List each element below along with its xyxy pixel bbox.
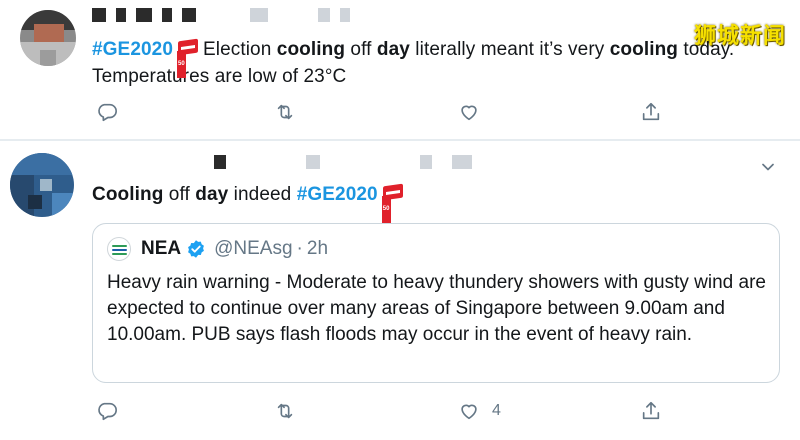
reply-button[interactable] <box>96 100 130 124</box>
tweet-actions <box>92 100 692 124</box>
like-button[interactable] <box>458 100 492 124</box>
tweet-text: Cooling off day indeed #GE2020 50 <box>92 181 752 223</box>
text-span-bold: day <box>195 184 229 205</box>
heart-icon <box>461 105 477 121</box>
share-icon <box>642 401 660 420</box>
like-count: 4 <box>492 402 501 419</box>
text-span-bold: Cooling <box>92 184 164 205</box>
separator-dot: · <box>296 238 303 259</box>
retweet-button[interactable] <box>274 100 308 124</box>
like-button[interactable]: 4 <box>458 399 501 423</box>
retweet-icon <box>277 403 293 419</box>
hashtag-link[interactable]: #GE2020 <box>297 184 378 205</box>
share-button[interactable] <box>640 100 674 124</box>
more-options-button[interactable] <box>758 157 778 177</box>
retweet-button[interactable] <box>274 399 308 423</box>
text-span: off <box>345 39 377 60</box>
sg50-flag-emoji: 50 <box>380 183 406 223</box>
author-name-blurred <box>214 155 482 169</box>
text-span: indeed <box>228 184 297 205</box>
text-span-bold: cooling <box>609 39 678 60</box>
author-name-blurred <box>92 8 360 22</box>
quoted-timestamp[interactable]: 2h <box>307 238 328 260</box>
share-icon <box>642 102 660 121</box>
quoted-tweet[interactable]: NEA @NEAsg · 2h Heavy rain warning - Mod… <box>92 223 780 383</box>
tweet[interactable]: #GE2020 50 Election cooling off day litera… <box>0 0 800 140</box>
retweet-icon <box>277 104 293 120</box>
tweet-text: #GE2020 50 Election cooling off day litera… <box>92 36 752 90</box>
text-span: literally meant it’s very <box>409 39 610 60</box>
sg50-flag-emoji: 50 <box>175 38 201 78</box>
reply-icon <box>98 402 117 421</box>
text-span: Election <box>203 39 277 60</box>
chevron-down-icon <box>762 163 774 171</box>
text-span-bold: cooling <box>276 39 346 60</box>
share-button[interactable] <box>640 399 674 423</box>
tweet-actions: 4 <box>92 399 692 423</box>
nea-logo-avatar[interactable] <box>107 237 131 261</box>
tweet[interactable]: Cooling off day indeed #GE2020 50 NEA @NE… <box>0 141 800 440</box>
quoted-author-name[interactable]: NEA <box>141 238 181 260</box>
heart-icon <box>461 404 477 420</box>
avatar[interactable] <box>20 10 76 66</box>
quoted-author-handle[interactable]: @NEAsg <box>214 238 292 260</box>
text-span: off <box>163 184 196 205</box>
quoted-tweet-header: NEA @NEAsg · 2h <box>107 236 328 262</box>
quoted-tweet-text: Heavy rain warning - Moderate to heavy t… <box>107 272 766 345</box>
verified-badge-icon <box>188 240 205 258</box>
hashtag-link[interactable]: #GE2020 <box>92 39 173 60</box>
reply-button[interactable] <box>96 399 130 423</box>
reply-icon <box>98 103 117 122</box>
avatar[interactable] <box>10 153 74 217</box>
text-span-bold: day <box>376 39 410 60</box>
